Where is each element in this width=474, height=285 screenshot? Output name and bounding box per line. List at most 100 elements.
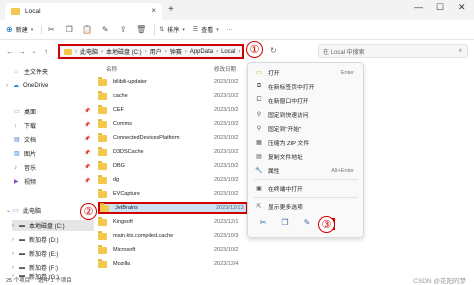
share-icon[interactable]: ⇪ [114,25,132,34]
column-name[interactable]: 名称 [106,65,117,73]
menu-item-open-new-window[interactable]: ⧠ 在新窗口中打开 [254,95,360,106]
view-button[interactable]: ☰ 查看 ▾ [192,25,219,35]
new-button[interactable]: ⊕ 新建 ▾ [6,25,43,34]
breadcrumb-item[interactable]: AppData [190,49,213,55]
table-row[interactable]: main.kts.compiled.cache 2023/10/3 [98,230,248,242]
search-input[interactable]: 在 Local 中搜索 ⌕ [318,44,468,58]
table-row[interactable]: Microsoft 2023/10/2 [98,244,248,256]
sidebar-item-music[interactable]: ♪ 音乐 [14,162,36,173]
sidebar-item-label: 音乐 [24,166,37,172]
chevron-down-icon: ▾ [182,26,185,33]
drive-icon: ▬ [19,264,25,271]
menu-item-pin-quick-access[interactable]: ⚲ 固定到快速访问 [254,109,360,120]
zip-icon: ▦ [256,140,262,146]
table-row[interactable]: Comms 2023/10/2 [98,118,248,130]
more-button[interactable]: ··· [227,27,233,33]
menu-item-open-new-tab[interactable]: ⧉ 在新标签页中打开 [254,81,360,92]
menu-item-compress-zip[interactable]: ▦ 压缩为 ZIP 文件 [254,137,360,148]
sidebar-item-drive-d[interactable]: › ▬ 新加卷 (D:) [12,234,59,245]
delete-icon[interactable]: 🗑 [132,25,150,34]
pin-start-icon: ⚲ [256,126,262,132]
breadcrumb-item[interactable]: 钟赛 [170,47,182,56]
menu-item-pin-start[interactable]: ⚲ 固定到"开始" [254,123,360,134]
chevron-right-icon: › [75,48,77,55]
folder-icon [98,188,107,198]
breadcrumb-item[interactable]: 此电脑 [80,47,98,56]
context-menu: ▭ 打开 Enter ⧉ 在新标签页中打开 ⧠ 在新窗口中打开 ⚲ 固定到快速访… [247,62,364,238]
table-row[interactable]: EVCapture 2023/10/2 [98,188,248,200]
chevron-down-icon: ▾ [216,26,219,33]
item-count: 25 个项目 [6,278,31,284]
command-bar: ⊕ 新建 ▾ ✂ ❐ 📋 ✎ ⇪ 🗑 ⇅ 排序 ▾ ☰ 查看 ▾ ··· [0,20,474,40]
sidebar-item-label: 下载 [24,124,37,130]
cut-icon[interactable]: ✂ [257,218,269,230]
folder-icon [98,174,107,184]
rename-icon[interactable]: ✎ [96,25,114,34]
menu-item-open[interactable]: ▭ 打开 Enter [254,67,360,78]
new-label: 新建 [15,28,28,34]
sidebar-item-onedrive[interactable]: › ☁ OneDrive [6,80,48,91]
table-row[interactable]: bilibili-updater 2023/10/2 [98,76,248,88]
table-row[interactable]: ConnectedDevicesPlatform 2023/10/2 [98,132,248,144]
rename-icon[interactable]: ✎ [301,218,313,230]
search-icon: ⌕ [458,47,462,54]
maximize-button[interactable]: ☐ [436,2,444,13]
menu-item-properties[interactable]: 🔧 属性 Alt+Enter [254,165,360,176]
sidebar-item-drive-c[interactable]: › ▬ 本地磁盘 (C:) [12,220,94,231]
table-row[interactable]: Kingsoft 2023/12/1 [98,216,248,228]
copy-icon[interactable]: ❐ [279,218,291,230]
menu-label: 复制文件地址 [268,155,303,161]
table-row[interactable]: cache 2023/10/2 [98,90,248,102]
home-icon: ⌂ [14,68,18,75]
breadcrumb-item[interactable]: Local [221,49,235,55]
menu-shortcut: Alt+Enter [331,167,354,174]
sidebar-item-pictures[interactable]: ▨ 图片 [14,148,36,159]
menu-item-open-terminal[interactable]: ▣ 在终端中打开 [254,183,360,194]
add-tab-button[interactable]: + [168,4,174,15]
file-name: DBG [113,163,125,169]
minimize-button[interactable]: — [414,2,423,12]
folder-icon [98,244,107,254]
paste-icon[interactable]: 📋 [78,25,96,34]
address-bar[interactable]: › 此电脑 › 本地磁盘 (C:) › 用户 › 钟赛 › AppData › … [58,44,244,59]
menu-item-copy-path[interactable]: ▤ 复制文件地址 [254,151,360,162]
sort-button[interactable]: ⇅ 排序 ▾ [159,25,185,35]
table-row[interactable]: dg 2023/10/2 [98,174,248,186]
table-row[interactable]: CEF 2023/10/2 [98,104,248,116]
refresh-icon[interactable]: ↻ [270,46,277,55]
cut-icon[interactable]: ✂ [42,25,60,34]
back-icon[interactable]: ← [4,47,16,56]
breadcrumb-item[interactable]: 本地磁盘 (C:) [106,47,142,56]
file-date: 2023/12/1 [214,219,239,225]
up-icon[interactable]: ↑ [40,47,52,56]
sidebar-item-drive-e[interactable]: › ▬ 新加卷 (E:) [12,248,58,259]
callout-two: ② [80,203,97,220]
table-row[interactable]: Mozilla 2023/12/4 [98,258,248,270]
sidebar-item-videos[interactable]: ▶ 视频 [14,176,36,187]
table-row[interactable]: DBG 2023/10/2 [98,160,248,172]
recent-locations-icon[interactable]: ⌄ [28,48,40,55]
table-row[interactable]: D3DSCache 2023/10/2 [98,146,248,158]
navigation-pane: ⌂ 主文件夹 › ☁ OneDrive ▭ 桌面 📌 ↓ 下载 📌 ▤ 文档 📌… [0,62,96,280]
file-date: 2023/10/2 [214,177,239,183]
column-date[interactable]: 修改日期 [214,65,236,73]
tab-local[interactable]: Local × [5,3,162,20]
file-name: Mozilla [113,261,131,267]
chevron-down-icon: ⌄ [6,208,12,214]
chevron-right-icon: › [6,82,8,89]
view-icon: ☰ [192,27,199,33]
sidebar-item-desktop[interactable]: ▭ 桌面 [14,106,36,117]
forward-icon[interactable]: → [16,47,28,56]
copy-icon[interactable]: ❐ [60,25,78,34]
sidebar-item-downloads[interactable]: ↓ 下载 [14,120,36,131]
file-name: JetBrains [115,205,138,211]
file-list: 名称 修改日期 bilibili-updater 2023/10/2 cache 20… [96,62,252,275]
menu-item-show-more-options[interactable]: ⇱ 显示更多选项 [254,201,360,212]
sidebar-item-documents[interactable]: ▤ 文档 [14,134,36,145]
table-row-selected[interactable]: JetBrains 2023/12/13 [98,202,248,214]
sidebar-item-this-pc[interactable]: ⌄ ▭ 此电脑 [6,205,41,216]
close-tab-button[interactable]: × [151,6,156,15]
breadcrumb-item[interactable]: 用户 [150,47,162,56]
close-window-button[interactable]: ✕ [458,2,466,13]
sidebar-item-home[interactable]: ⌂ 主文件夹 [14,66,48,77]
